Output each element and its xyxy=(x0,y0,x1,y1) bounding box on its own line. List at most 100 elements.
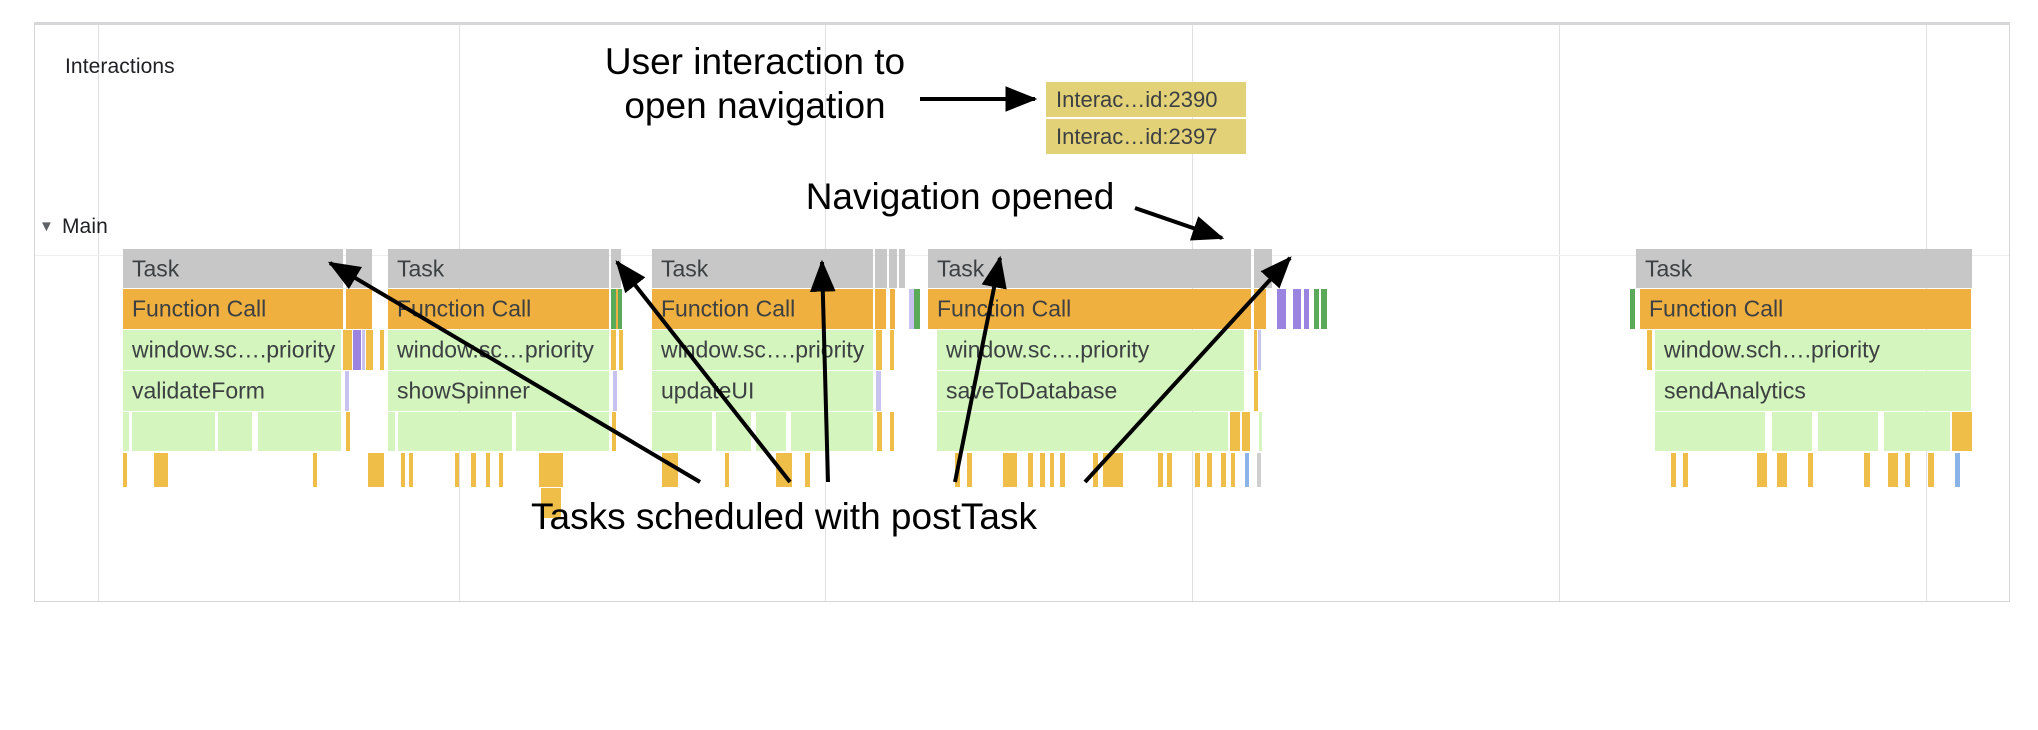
function-call-bar[interactable] xyxy=(346,289,372,329)
task-bar[interactable] xyxy=(1254,249,1272,288)
function-call-bar[interactable] xyxy=(1254,289,1266,329)
leaf-bar[interactable] xyxy=(1167,453,1172,487)
leaf-bar[interactable] xyxy=(1777,453,1787,487)
leaf-bar[interactable] xyxy=(967,453,972,487)
leaf-bar[interactable] xyxy=(455,453,459,487)
task-bar[interactable] xyxy=(889,249,897,288)
leaf-bar[interactable] xyxy=(1221,453,1226,487)
function-call-bar[interactable]: Function Call xyxy=(928,289,1251,329)
micro-bar[interactable] xyxy=(1630,289,1635,329)
child-bar[interactable] xyxy=(123,412,129,451)
micro-bar[interactable] xyxy=(366,330,373,370)
micro-bar[interactable] xyxy=(611,289,616,329)
scheduler-bar[interactable]: window.sc….priority xyxy=(937,330,1244,370)
leaf-bar[interactable] xyxy=(1207,453,1212,487)
leaf-bar[interactable] xyxy=(1671,453,1676,487)
leaf-bar[interactable] xyxy=(1103,453,1123,487)
callback-bar[interactable]: saveToDatabase xyxy=(937,371,1244,411)
task-bar[interactable]: Task xyxy=(652,249,873,288)
task-bar[interactable]: Task xyxy=(1636,249,1972,288)
leaf-bar[interactable] xyxy=(955,453,960,487)
leaf-bar[interactable] xyxy=(368,453,384,487)
micro-bar[interactable] xyxy=(876,371,881,411)
child-bar[interactable] xyxy=(756,412,786,451)
child-bar[interactable] xyxy=(388,412,395,451)
leaf-bar[interactable] xyxy=(123,453,127,487)
task-bar[interactable]: Task xyxy=(123,249,343,288)
micro-bar[interactable] xyxy=(1277,289,1286,329)
micro-bar[interactable] xyxy=(876,330,882,370)
micro-bar[interactable] xyxy=(1293,289,1301,329)
leaf-bar[interactable] xyxy=(1928,453,1934,487)
leaf-bar[interactable] xyxy=(1808,453,1813,487)
leaf-bar[interactable] xyxy=(486,453,490,487)
leaf-bar[interactable] xyxy=(725,453,729,487)
function-call-bar[interactable]: Function Call xyxy=(123,289,343,329)
leaf-bar[interactable] xyxy=(539,453,563,487)
interaction-chip-2[interactable]: Interac…id:2397 xyxy=(1046,119,1246,154)
leaf-bar[interactable] xyxy=(1257,453,1261,487)
callback-bar[interactable]: updateUI xyxy=(652,371,873,411)
micro-bar[interactable] xyxy=(362,330,365,370)
scheduler-bar[interactable]: window.sc…priority xyxy=(388,330,609,370)
child-bar[interactable] xyxy=(132,412,215,451)
leaf-bar[interactable] xyxy=(1683,453,1688,487)
micro-bar[interactable] xyxy=(1242,412,1250,451)
micro-bar[interactable] xyxy=(380,330,384,370)
leaf-bar[interactable] xyxy=(662,453,678,487)
leaf-bar[interactable] xyxy=(401,453,405,487)
child-bar[interactable] xyxy=(937,412,1228,451)
child-bar[interactable] xyxy=(1818,412,1878,451)
leaf-bar[interactable] xyxy=(1050,453,1054,487)
callback-bar[interactable]: sendAnalytics xyxy=(1655,371,1971,411)
leaf-bar[interactable] xyxy=(805,453,810,487)
track-label-main[interactable]: ▼ Main xyxy=(39,215,108,239)
function-call-bar[interactable]: Function Call xyxy=(388,289,609,329)
micro-bar[interactable] xyxy=(890,330,894,370)
leaf-bar[interactable] xyxy=(1060,453,1065,487)
leaf-bar[interactable] xyxy=(1028,453,1033,487)
function-call-bar[interactable] xyxy=(890,289,895,329)
micro-bar[interactable] xyxy=(1254,371,1258,411)
leaf-bar[interactable] xyxy=(1757,453,1767,487)
micro-bar[interactable] xyxy=(1254,330,1257,370)
task-bar[interactable]: Task xyxy=(388,249,609,288)
micro-bar[interactable] xyxy=(909,289,914,329)
task-bar[interactable] xyxy=(611,249,621,288)
track-label-interactions[interactable]: Interactions xyxy=(65,55,175,79)
micro-bar[interactable] xyxy=(353,330,361,370)
leaf-bar[interactable] xyxy=(1905,453,1910,487)
child-bar[interactable] xyxy=(1655,412,1765,451)
child-bar[interactable] xyxy=(258,412,341,451)
leaf-bar[interactable] xyxy=(1040,453,1045,487)
function-call-bar[interactable]: Function Call xyxy=(1640,289,1971,329)
task-bar[interactable]: Task xyxy=(928,249,1251,288)
chevron-down-icon[interactable]: ▼ xyxy=(39,218,54,235)
micro-bar[interactable] xyxy=(343,330,352,370)
micro-bar[interactable] xyxy=(1314,289,1319,329)
leaf-bar[interactable] xyxy=(1864,453,1870,487)
interaction-chip-1[interactable]: Interac…id:2390 xyxy=(1046,82,1246,117)
child-bar[interactable] xyxy=(218,412,252,451)
micro-bar[interactable] xyxy=(877,412,882,451)
micro-bar[interactable] xyxy=(1952,412,1972,451)
scheduler-bar[interactable]: window.sch….priority xyxy=(1655,330,1971,370)
leaf-bar[interactable] xyxy=(1231,453,1235,487)
callback-bar[interactable]: showSpinner xyxy=(388,371,609,411)
leaf-bar[interactable] xyxy=(409,453,413,487)
leaf-bar[interactable] xyxy=(1955,453,1960,487)
function-call-bar[interactable]: Function Call xyxy=(652,289,873,329)
micro-bar[interactable] xyxy=(1259,412,1262,451)
micro-bar[interactable] xyxy=(611,330,616,370)
function-call-bar[interactable] xyxy=(875,289,886,329)
child-bar[interactable] xyxy=(1884,412,1950,451)
child-bar[interactable] xyxy=(652,412,712,451)
child-bar[interactable] xyxy=(398,412,512,451)
task-bar[interactable] xyxy=(875,249,887,288)
child-bar[interactable] xyxy=(791,412,873,451)
micro-bar[interactable] xyxy=(1230,412,1240,451)
child-bar[interactable] xyxy=(516,412,609,451)
leaf-bar[interactable] xyxy=(1003,453,1017,487)
micro-bar[interactable] xyxy=(1258,330,1261,370)
scheduler-bar[interactable]: window.sc….priority xyxy=(652,330,873,370)
